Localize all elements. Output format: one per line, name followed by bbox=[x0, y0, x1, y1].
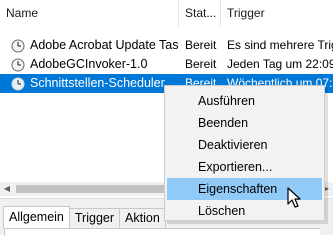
tab-trigger[interactable]: Trigger bbox=[68, 208, 121, 228]
tab-aktion[interactable]: Aktion bbox=[119, 208, 166, 228]
column-header-trigger[interactable]: Trigger bbox=[221, 0, 333, 27]
mouse-cursor-icon bbox=[287, 187, 301, 208]
table-row[interactable]: Adobe Acrobat Update Task Bereit Es sind… bbox=[0, 36, 333, 55]
task-trigger: Jeden Tag um 22:09 U bbox=[227, 57, 333, 71]
task-name: Adobe Acrobat Update Task bbox=[30, 38, 179, 52]
column-header: Name Stat... Trigger bbox=[0, 0, 333, 27]
clock-icon bbox=[11, 39, 25, 52]
menu-item-beenden[interactable]: Beenden bbox=[167, 112, 322, 134]
task-trigger: Es sind mehrere Trigg bbox=[227, 38, 333, 52]
tab-content bbox=[4, 228, 333, 236]
menu-item-exportieren[interactable]: Exportieren... bbox=[167, 156, 322, 178]
menu-item-deaktivieren[interactable]: Deaktivieren bbox=[167, 134, 322, 156]
task-name: AdobeGCInvoker-1.0 bbox=[30, 57, 148, 71]
task-status: Bereit bbox=[185, 57, 217, 71]
tab-allgemein[interactable]: Allgemein bbox=[3, 206, 70, 228]
clock-icon bbox=[11, 77, 25, 90]
table-row[interactable]: AdobeGCInvoker-1.0 Bereit Jeden Tag um 2… bbox=[0, 55, 333, 74]
task-status: Bereit bbox=[185, 38, 217, 52]
task-name: Schnittstellen-Scheduler bbox=[30, 76, 165, 90]
column-header-status[interactable]: Stat... bbox=[179, 0, 221, 27]
task-name-cell: Adobe Acrobat Update Task bbox=[0, 36, 179, 55]
clock-icon bbox=[11, 58, 25, 71]
details-tabs: Allgemein Trigger Aktion bbox=[3, 206, 166, 229]
scroll-left-icon[interactable]: ◀ bbox=[0, 182, 14, 196]
column-header-name[interactable]: Name bbox=[0, 0, 179, 27]
task-name-cell: AdobeGCInvoker-1.0 bbox=[0, 55, 179, 74]
menu-item-ausfuehren[interactable]: Ausführen bbox=[167, 90, 322, 112]
task-name-cell: Schnittstellen-Scheduler bbox=[0, 74, 179, 93]
